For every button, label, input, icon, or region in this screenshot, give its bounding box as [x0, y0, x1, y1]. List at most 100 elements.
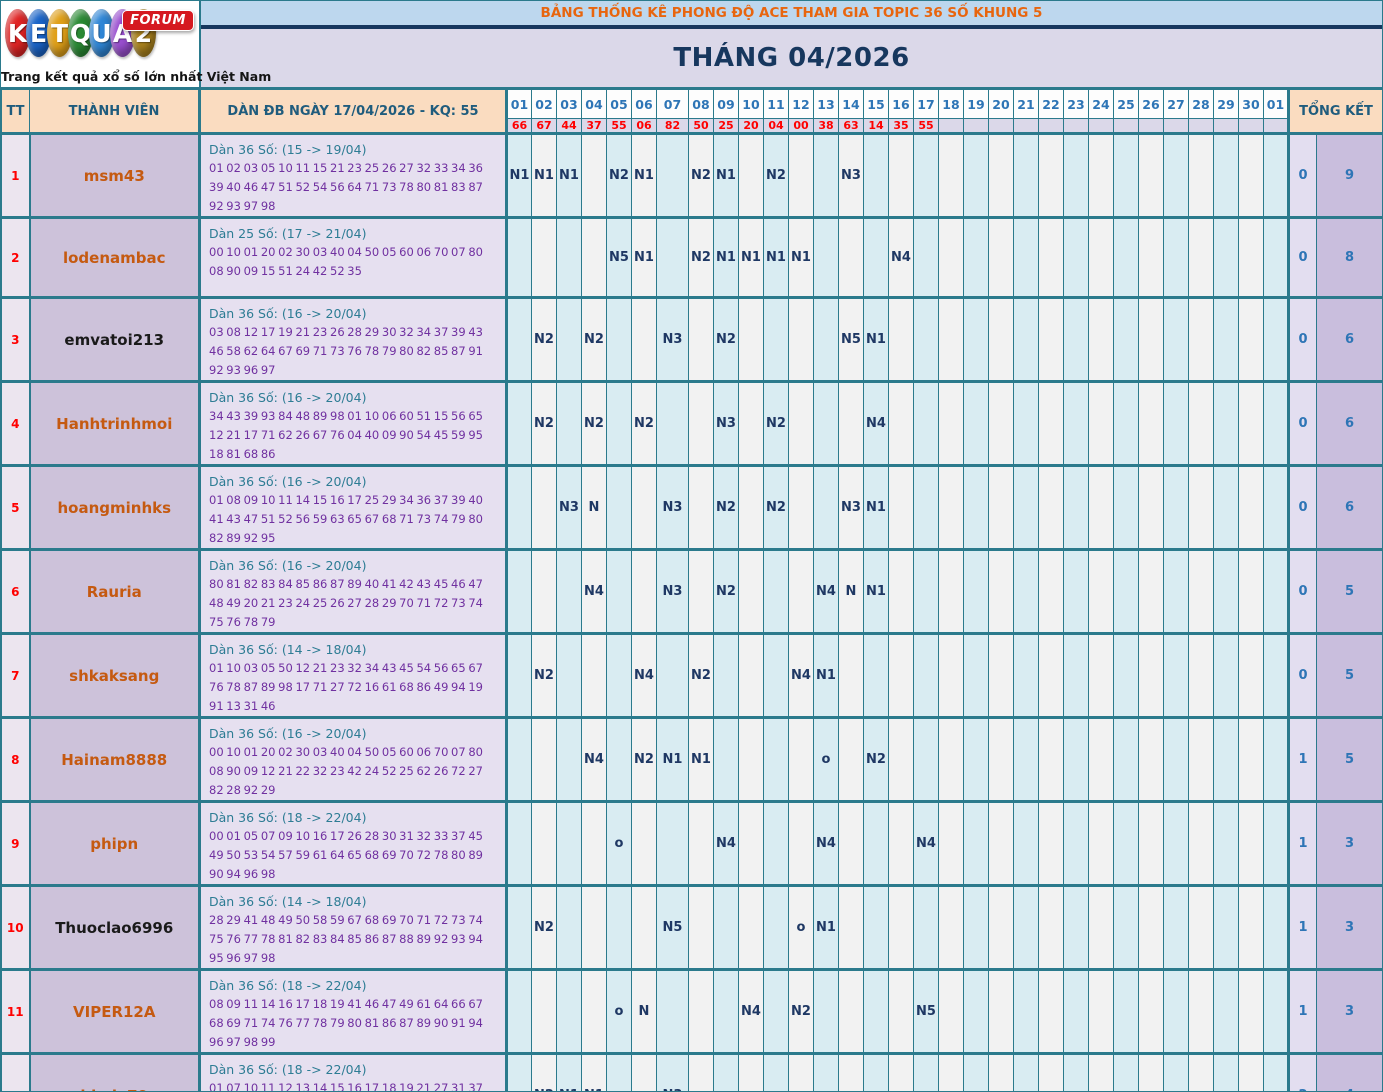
result-value-cell: 37 [581, 118, 607, 135]
day-mark-cell [1238, 1052, 1264, 1091]
day-mark-cell [1088, 1052, 1114, 1091]
day-mark-cell [1038, 716, 1064, 803]
day-column-header: 30 [1238, 89, 1264, 119]
day-mark-cell [938, 548, 964, 635]
day-mark-cell [1213, 216, 1239, 299]
day-mark-cell [938, 216, 964, 299]
day-mark-cell [863, 216, 889, 299]
day-mark-cell [688, 884, 714, 971]
day-mark-cell [1013, 132, 1039, 219]
ketqua2-logo[interactable]: KETQUA2 FORUM Trang kết quả xổ số lớn nh… [1, 1, 271, 87]
dan-info: Dàn 36 Số: (18 -> 22/04) 00 01 05 07 09 1… [199, 800, 508, 887]
day-mark-cell: N2 [688, 132, 714, 219]
day-mark-cell [863, 800, 889, 887]
result-value-cell [963, 118, 989, 135]
result-value-cell [1238, 118, 1264, 135]
day-mark-cell [1263, 464, 1289, 551]
day-mark-cell [838, 884, 864, 971]
day-mark-cell [938, 800, 964, 887]
day-mark-cell [988, 884, 1014, 971]
result-value-cell: 35 [888, 118, 914, 135]
day-mark-cell [1263, 216, 1289, 299]
member-row: 3 emvatoi213 Dàn 36 Số: (16 -> 20/04) 03 08… [1, 296, 1382, 383]
member-name: msm43 [28, 132, 201, 219]
row-number: 7 [1, 632, 30, 719]
day-mark-cell [506, 884, 532, 971]
dan-title: Dàn 36 Số: (18 -> 22/04) [209, 1062, 367, 1077]
day-mark-cell [813, 464, 839, 551]
day-mark-cell [1063, 296, 1089, 383]
member-row: 12himle79 Dàn 36 Số: (18 -> 22/04) 01 07 1… [1, 1052, 1382, 1091]
dan-title: Dàn 36 Số: (16 -> 20/04) [209, 306, 367, 321]
tk-win-cell: 0 [1287, 296, 1317, 383]
day-mark-cell [988, 632, 1014, 719]
day-mark-cell [1213, 716, 1239, 803]
day-mark-cell [506, 1052, 532, 1091]
day-mark-cell [1238, 380, 1264, 467]
row-number: 5 [1, 464, 30, 551]
day-mark-cell: N2 [531, 632, 557, 719]
day-mark-cell [738, 548, 764, 635]
member-name: Hainam8888 [28, 716, 201, 803]
tk-win-cell: 2 [1287, 1052, 1317, 1091]
dan-title: Dàn 36 Số: (16 -> 20/04) [209, 474, 367, 489]
day-mark-cell [913, 132, 939, 219]
day-mark-cell [988, 380, 1014, 467]
day-mark-cell: N2 [763, 380, 789, 467]
dan-info: Dàn 36 Số: (16 -> 20/04) 80 81 82 83 84 8… [199, 548, 508, 635]
day-mark-cell [763, 296, 789, 383]
day-mark-cell: N1 [713, 216, 739, 299]
day-mark-cell [581, 968, 607, 1055]
day-mark-cell [1113, 296, 1139, 383]
day-mark-cell: N1 [813, 632, 839, 719]
day-mark-cell [1038, 132, 1064, 219]
day-mark-cell [738, 132, 764, 219]
day-mark-cell [531, 800, 557, 887]
day-mark-cell [1038, 216, 1064, 299]
day-mark-cell [1138, 800, 1164, 887]
dan-title: Dàn 36 Số: (18 -> 22/04) [209, 810, 367, 825]
day-mark-cell: N5 [606, 216, 632, 299]
row-number: 10 [1, 884, 30, 971]
day-mark-cell: N4 [581, 548, 607, 635]
dan-title: Dàn 36 Số: (15 -> 19/04) [209, 142, 367, 157]
day-mark-cell [1063, 380, 1089, 467]
day-mark-cell [963, 884, 989, 971]
day-mark-cell: N3 [656, 296, 689, 383]
day-mark-cell [1238, 884, 1264, 971]
day-mark-cell [938, 296, 964, 383]
member-name: emvatoi213 [28, 296, 201, 383]
day-mark-cell: N4 [581, 716, 607, 803]
day-mark-cell [713, 716, 739, 803]
day-mark-cell [531, 968, 557, 1055]
member-name: shkaksang [28, 632, 201, 719]
day-mark-cell [1113, 132, 1139, 219]
day-column-header: 29 [1213, 89, 1239, 119]
day-mark-cell [938, 968, 964, 1055]
day-mark-cell [1213, 884, 1239, 971]
day-mark-cell: N3 [656, 548, 689, 635]
day-column-header: 09 [713, 89, 739, 119]
day-mark-cell [888, 800, 914, 887]
day-mark-cell [1188, 296, 1214, 383]
day-mark-cell [1088, 296, 1114, 383]
tk-total-cell: 3 [1315, 884, 1382, 971]
day-mark-cell [1263, 132, 1289, 219]
day-mark-cell [1138, 380, 1164, 467]
day-mark-cell [688, 296, 714, 383]
day-column-header: 06 [631, 89, 657, 119]
day-column-header: 18 [938, 89, 964, 119]
dan-title: Dàn 36 Số: (14 -> 18/04) [209, 642, 367, 657]
day-mark-cell [1013, 716, 1039, 803]
day-mark-cell [1113, 464, 1139, 551]
day-mark-cell: N5 [838, 296, 864, 383]
day-mark-cell [506, 464, 532, 551]
day-column-header: 01 [506, 89, 532, 119]
day-mark-cell [963, 132, 989, 219]
day-mark-cell [763, 884, 789, 971]
day-mark-cell: N2 [713, 296, 739, 383]
dan-info: Dàn 36 Số: (18 -> 22/04) 01 07 10 11 12 1… [199, 1052, 508, 1091]
day-mark-cell [1163, 800, 1189, 887]
day-mark-cell [1038, 800, 1064, 887]
day-mark-cell [531, 464, 557, 551]
